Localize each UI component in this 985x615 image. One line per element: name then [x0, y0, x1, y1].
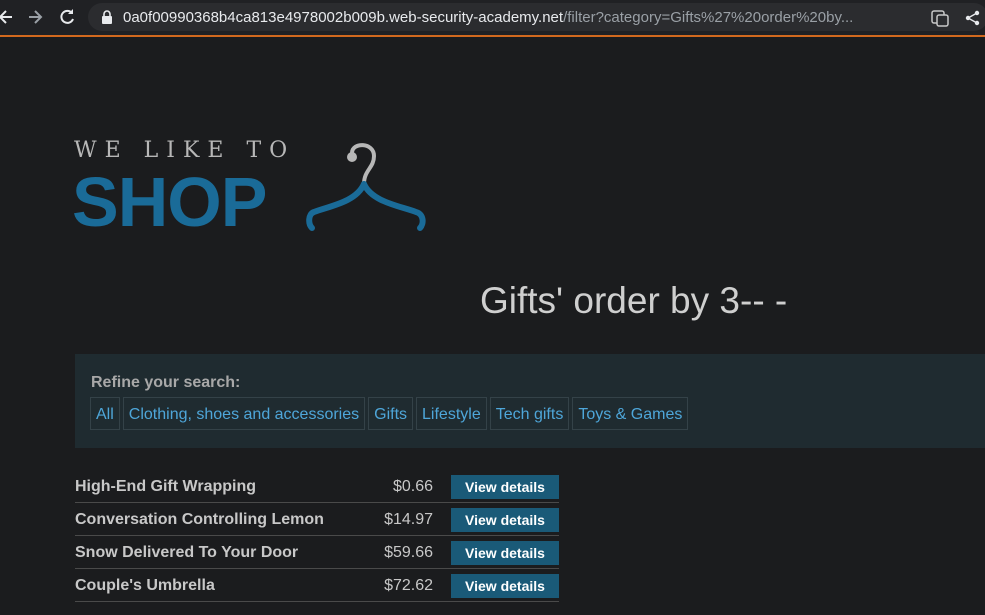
table-row: Conversation Controlling Lemon $14.97 Vi… [75, 503, 559, 536]
forward-icon[interactable] [25, 7, 45, 27]
view-details-button[interactable]: View details [451, 541, 559, 565]
view-details-button[interactable]: View details [451, 508, 559, 532]
product-name: Conversation Controlling Lemon [75, 511, 324, 528]
hanger-icon [306, 143, 426, 231]
table-row: Snow Delivered To Your Door $59.66 View … [75, 536, 559, 569]
product-table: High-End Gift Wrapping $0.66 View detail… [75, 470, 559, 602]
browser-toolbar: 0a0f00990368b4ca813e4978002b009b.web-sec… [0, 0, 985, 37]
category-gifts[interactable]: Gifts [368, 397, 414, 430]
lock-icon[interactable] [100, 10, 114, 24]
logo-shop: SHOP [72, 163, 267, 241]
site-logo[interactable]: WE LIKE TO SHOP [72, 138, 434, 241]
category-tech-gifts[interactable]: Tech gifts [489, 397, 570, 430]
product-price: $59.66 [384, 544, 433, 561]
refine-label: Refine your search: [91, 374, 241, 391]
product-price: $0.66 [392, 478, 433, 495]
view-details-button[interactable]: View details [451, 574, 559, 598]
reload-icon[interactable] [57, 7, 77, 27]
product-name: Snow Delivered To Your Door [75, 544, 299, 561]
product-price: $14.97 [384, 511, 433, 528]
table-row: High-End Gift Wrapping $0.66 View detail… [75, 470, 559, 503]
address-bar[interactable]: 0a0f00990368b4ca813e4978002b009b.web-sec… [88, 3, 985, 31]
url-text[interactable]: 0a0f00990368b4ca813e4978002b009b.web-sec… [123, 9, 913, 26]
filter-panel: Refine your search: All Clothing, shoes … [75, 354, 985, 448]
product-name: Couple's Umbrella [75, 577, 215, 594]
product-price: $72.62 [384, 577, 433, 594]
category-clothing[interactable]: Clothing, shoes and accessories [122, 397, 366, 430]
back-icon[interactable] [0, 7, 16, 27]
product-name: High-End Gift Wrapping [75, 478, 257, 495]
share-icon[interactable] [964, 9, 982, 27]
table-row: Couple's Umbrella $72.62 View details [75, 569, 559, 602]
url-path: /filter?category=Gifts%27%20order%20by..… [563, 9, 854, 26]
view-details-button[interactable]: View details [451, 475, 559, 499]
category-lifestyle[interactable]: Lifestyle [416, 397, 487, 430]
logo-tagline: WE LIKE TO [74, 138, 296, 163]
category-filters: All Clothing, shoes and accessories Gift… [90, 397, 689, 430]
page-title: Gifts' order by 3-- - [480, 280, 788, 321]
category-toys-games[interactable]: Toys & Games [572, 397, 689, 430]
category-all[interactable]: All [90, 397, 120, 430]
translate-icon[interactable] [931, 9, 949, 27]
url-host: 0a0f00990368b4ca813e4978002b009b.web-sec… [123, 9, 564, 26]
